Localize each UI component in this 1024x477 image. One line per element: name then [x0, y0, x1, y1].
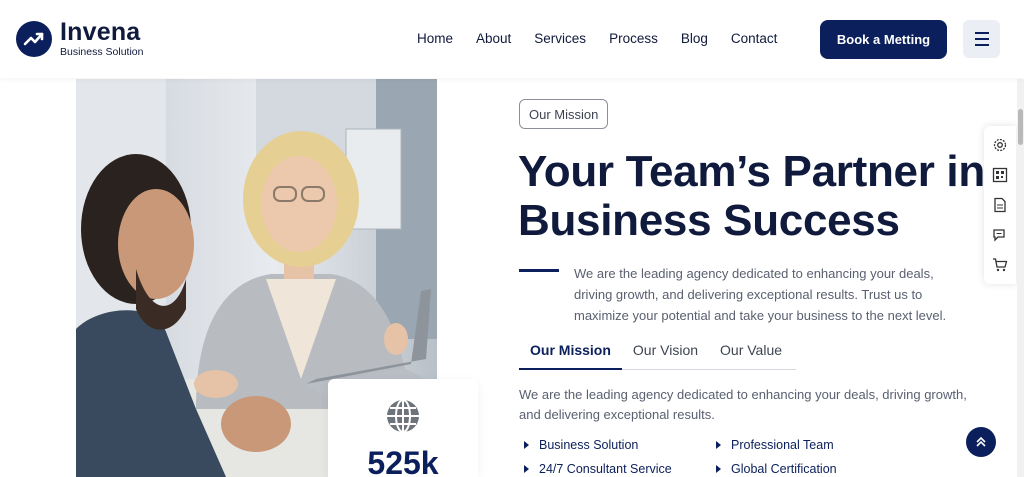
- tab-our-value[interactable]: Our Value: [709, 340, 793, 370]
- document-icon[interactable]: [992, 197, 1008, 213]
- scroll-to-top-button[interactable]: [966, 427, 996, 457]
- globe-icon: [328, 398, 478, 439]
- side-toolbar: [984, 126, 1016, 284]
- nav-about[interactable]: About: [476, 31, 511, 46]
- caret-right-icon: [524, 441, 529, 449]
- hamburger-icon: [974, 32, 989, 34]
- page-scrollbar[interactable]: [1017, 79, 1024, 477]
- tab-our-vision[interactable]: Our Vision: [622, 340, 709, 370]
- section-badge: Our Mission: [519, 99, 609, 129]
- brand-logo[interactable]: Invena Business Solution: [16, 20, 143, 58]
- brand-tagline: Business Solution: [60, 46, 144, 58]
- site-header: Invena Business Solution Home About Serv…: [0, 0, 1024, 78]
- title-line-1: Your Team’s Partner in: [518, 147, 985, 196]
- tab-panel-text: We are the leading agency dedicated to e…: [519, 387, 967, 422]
- title-line-2: Business Success: [518, 196, 900, 245]
- section-title: Your Team’s Partner in Business Success: [518, 147, 1024, 245]
- cart-icon[interactable]: [992, 257, 1008, 273]
- settings-icon[interactable]: [992, 137, 1008, 153]
- accent-divider: [519, 269, 559, 272]
- nav-process[interactable]: Process: [609, 31, 658, 46]
- chat-icon[interactable]: [992, 227, 1008, 243]
- feature-label: Global Certification: [731, 462, 837, 476]
- qr-code-icon[interactable]: [992, 167, 1008, 183]
- hamburger-menu-button[interactable]: [963, 20, 1000, 58]
- feature-item: Global Certification: [716, 462, 837, 476]
- stat-card: 525k: [328, 379, 478, 477]
- brand-text: Invena Business Solution: [60, 20, 143, 58]
- brand-name: Invena: [60, 18, 141, 46]
- feature-label: Business Solution: [539, 438, 639, 452]
- book-meeting-button[interactable]: Book a Metting: [820, 20, 947, 59]
- nav-contact[interactable]: Contact: [731, 31, 778, 46]
- nav-blog[interactable]: Blog: [681, 31, 708, 46]
- feature-label: Professional Team: [731, 438, 834, 452]
- hamburger-icon-bar: [974, 44, 989, 46]
- mission-tabs: Our Mission Our Vision Our Value: [519, 340, 796, 370]
- feature-item: Professional Team: [716, 438, 834, 452]
- nav-home[interactable]: Home: [417, 31, 453, 46]
- double-chevron-up-icon: [976, 436, 986, 447]
- section-lead: We are the leading agency dedicated to e…: [574, 266, 947, 323]
- main-nav: Home About Services Process Blog Contact: [417, 31, 800, 46]
- hamburger-icon-bar: [974, 38, 989, 40]
- trend-arrow-logo-icon: [16, 20, 52, 57]
- caret-right-icon: [716, 465, 721, 473]
- feature-label: 24/7 Consultant Service: [539, 462, 672, 476]
- scrollbar-thumb[interactable]: [1018, 109, 1023, 145]
- tab-our-mission[interactable]: Our Mission: [519, 340, 622, 370]
- caret-right-icon: [716, 441, 721, 449]
- stat-value: 525k: [367, 445, 439, 477]
- feature-item: 24/7 Consultant Service: [524, 462, 672, 476]
- feature-item: Business Solution: [524, 438, 638, 452]
- caret-right-icon: [524, 465, 529, 473]
- nav-services[interactable]: Services: [534, 31, 586, 46]
